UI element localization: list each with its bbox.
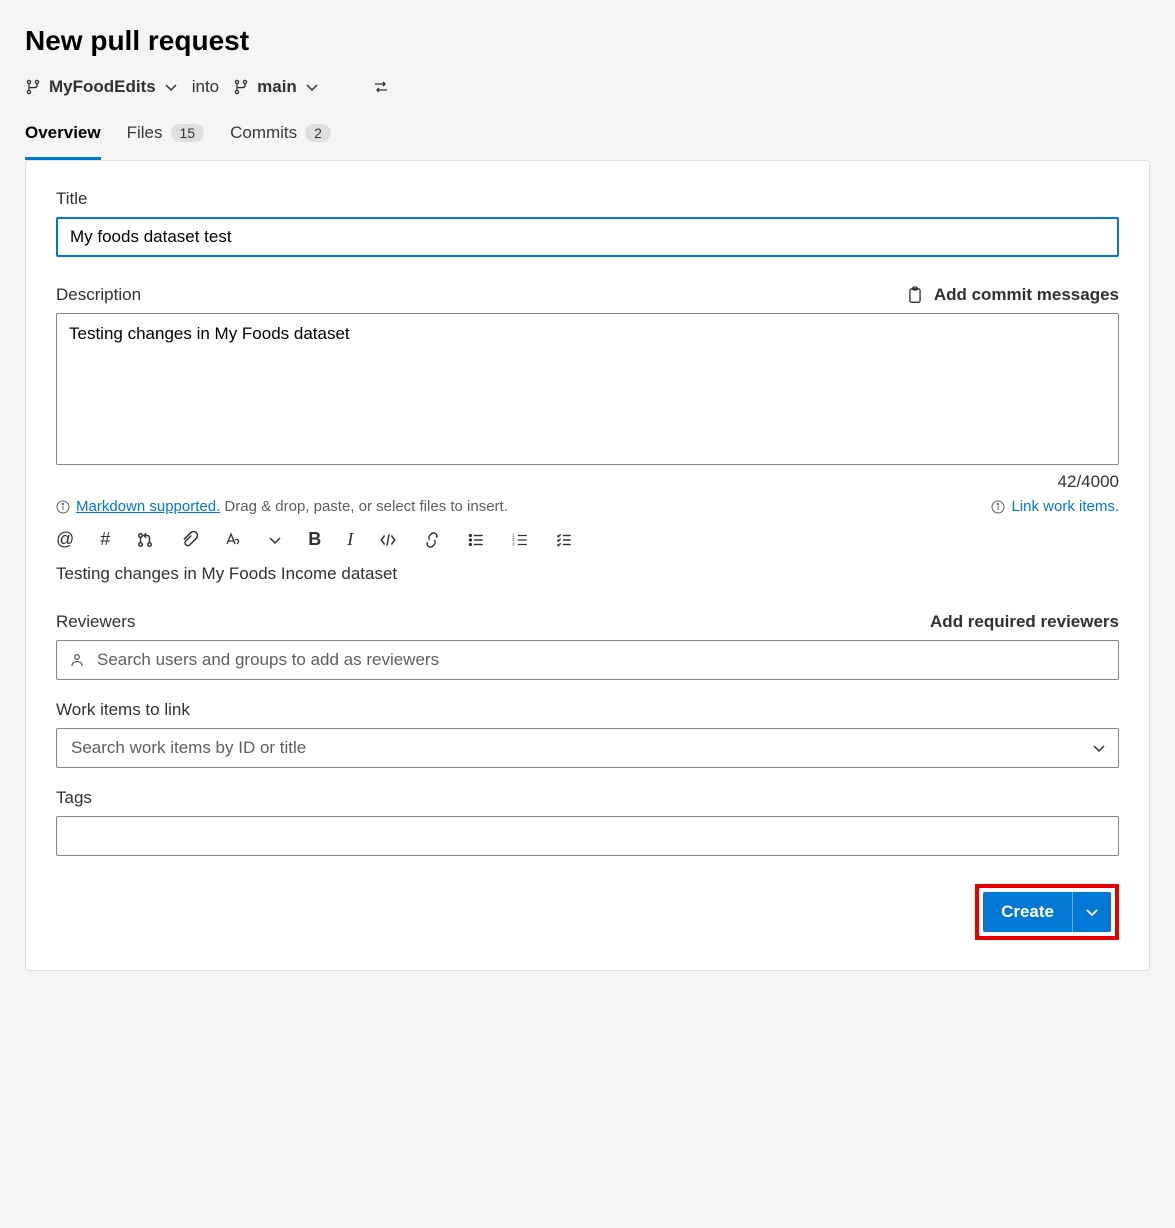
info-icon: [56, 500, 70, 514]
reviewers-label: Reviewers: [56, 612, 135, 632]
target-branch-name: main: [257, 77, 297, 97]
link-icon[interactable]: [423, 531, 441, 549]
italic-icon[interactable]: I: [347, 529, 353, 550]
work-items-input-wrapper[interactable]: [56, 728, 1119, 768]
create-button-dropdown[interactable]: [1072, 892, 1111, 932]
chevron-down-icon[interactable]: [1092, 741, 1106, 755]
tab-commits[interactable]: Commits 2: [230, 119, 331, 160]
link-work-items-link[interactable]: Link work items.: [1011, 498, 1119, 515]
create-button-highlight: Create: [975, 884, 1119, 940]
add-commit-messages-button[interactable]: Add commit messages: [906, 285, 1119, 305]
editor-toolbar: @ # B I: [56, 529, 1119, 550]
tab-label: Files: [127, 123, 163, 143]
create-button[interactable]: Create: [983, 892, 1072, 932]
tab-files[interactable]: Files 15: [127, 119, 204, 160]
chevron-down-icon: [305, 80, 319, 94]
attachment-icon[interactable]: [180, 531, 198, 549]
tab-bar: Overview Files 15 Commits 2: [25, 119, 1150, 160]
chevron-down-icon: [1085, 905, 1099, 919]
description-textarea[interactable]: [56, 313, 1119, 465]
source-branch-picker[interactable]: MyFoodEdits: [25, 77, 178, 97]
page-title: New pull request: [25, 25, 1150, 57]
work-items-label: Work items to link: [56, 700, 1119, 720]
create-split-button: Create: [983, 892, 1111, 932]
title-input[interactable]: [56, 217, 1119, 257]
form-panel: Title Description Add commit messages 42…: [25, 160, 1150, 971]
markdown-supported-link[interactable]: Markdown supported.: [76, 498, 220, 515]
info-icon: [991, 500, 1005, 514]
tab-label: Overview: [25, 123, 101, 143]
swap-branches-icon[interactable]: [373, 79, 389, 95]
reviewers-input-wrapper[interactable]: [56, 640, 1119, 680]
tags-input-wrapper[interactable]: [56, 816, 1119, 856]
branch-icon: [25, 79, 41, 95]
bullet-list-icon[interactable]: [467, 531, 485, 549]
chevron-down-icon[interactable]: [268, 533, 282, 547]
tab-overview[interactable]: Overview: [25, 119, 101, 160]
reviewers-input[interactable]: [95, 649, 1106, 671]
clipboard-icon: [906, 286, 924, 304]
numbered-list-icon[interactable]: 123: [511, 531, 529, 549]
tab-label: Commits: [230, 123, 297, 143]
mention-icon[interactable]: @: [56, 529, 74, 550]
source-branch-name: MyFoodEdits: [49, 77, 156, 97]
tab-badge: 15: [171, 124, 205, 142]
add-required-reviewers-label: Add required reviewers: [930, 612, 1119, 632]
add-required-reviewers-button[interactable]: Add required reviewers: [930, 612, 1119, 632]
target-branch-picker[interactable]: main: [233, 77, 319, 97]
description-label: Description: [56, 285, 141, 305]
markdown-hint-text: Drag & drop, paste, or select files to i…: [220, 498, 508, 515]
into-label: into: [192, 77, 219, 97]
title-label: Title: [56, 189, 1119, 209]
char-count: 42/4000: [56, 472, 1119, 492]
tags-input[interactable]: [69, 825, 1106, 847]
svg-text:3: 3: [512, 541, 515, 546]
description-preview: Testing changes in My Foods Income datas…: [56, 564, 1119, 584]
work-items-input[interactable]: [69, 737, 1082, 759]
bold-icon[interactable]: B: [308, 529, 321, 550]
tab-badge: 2: [305, 124, 331, 142]
task-list-icon[interactable]: [555, 531, 573, 549]
person-icon: [69, 652, 85, 668]
chevron-down-icon: [164, 80, 178, 94]
code-icon[interactable]: [379, 531, 397, 549]
hashtag-icon[interactable]: #: [100, 529, 110, 550]
add-commit-messages-label: Add commit messages: [934, 285, 1119, 305]
tags-label: Tags: [56, 788, 1119, 808]
branch-icon: [233, 79, 249, 95]
branch-selector-row: MyFoodEdits into main: [25, 77, 1150, 97]
text-style-icon[interactable]: [224, 531, 242, 549]
pull-request-icon[interactable]: [136, 531, 154, 549]
